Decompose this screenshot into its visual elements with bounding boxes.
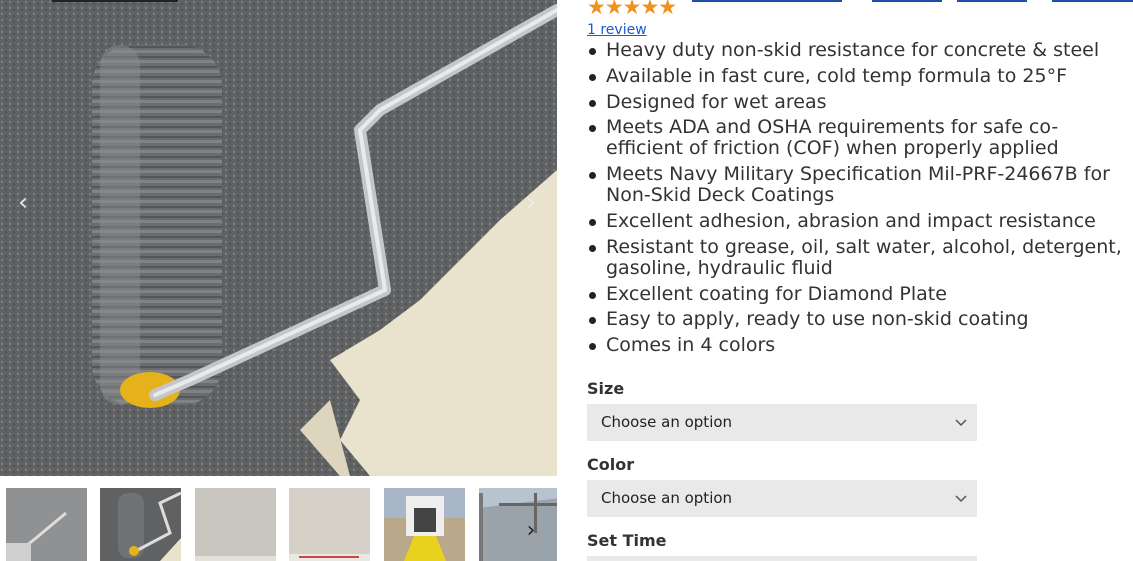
main-product-image[interactable] [0,0,557,476]
thumbnail-6[interactable] [479,488,557,561]
feature-list: Heavy duty non-skid resistance for concr… [587,40,1133,361]
product-gallery: ‹ › › [0,0,557,561]
feature-item: Resistant to grease, oil, salt water, al… [587,236,1133,279]
chevron-down-icon [955,419,967,427]
feature-item: Excellent adhesion, abrasion and impact … [587,210,1133,232]
thumbnail-3[interactable] [195,488,276,561]
size-label: Size [587,379,625,398]
size-select[interactable]: Choose an option [587,404,977,441]
feature-item: Comes in 4 colors [587,335,1133,356]
thumbnail-5[interactable] [384,488,465,561]
chevron-down-icon [955,495,967,503]
thumbnails-next-arrow-icon[interactable]: › [520,516,542,546]
feature-item: Meets Navy Military Specification Mil-PR… [587,164,1133,206]
color-label: Color [587,455,635,474]
top-tabs-edge [692,0,1133,3]
set-time-select[interactable] [587,556,977,561]
feature-item: Easy to apply, ready to use non-skid coa… [587,309,1133,330]
roller-coating-photo [0,0,557,476]
thumbnail-4[interactable] [289,488,370,561]
thumbnail-strip [0,488,557,561]
set-time-label: Set Time [587,531,667,550]
feature-item: Meets ADA and OSHA requirements for safe… [587,117,1133,159]
feature-item: Heavy duty non-skid resistance for concr… [587,40,1133,61]
feature-item: Excellent coating for Diamond Plate [587,283,1133,305]
color-select-value: Choose an option [601,489,733,507]
gallery-next-arrow-icon[interactable]: › [520,186,542,218]
gallery-prev-arrow-icon[interactable]: ‹ [12,186,34,218]
thumbnail-1[interactable] [6,488,87,561]
thumbnail-2[interactable] [100,488,181,561]
feature-item: Available in fast cure, cold temp formul… [587,65,1133,87]
size-select-value: Choose an option [601,413,733,431]
image-top-strip [52,0,178,2]
rating-stars: ★★★★★ [587,0,677,19]
product-info: ★★★★★ 1 review Heavy duty non-skid resis… [587,0,1133,561]
review-link[interactable]: 1 review [587,21,647,39]
feature-item: Designed for wet areas [587,91,1133,113]
color-select[interactable]: Choose an option [587,480,977,517]
